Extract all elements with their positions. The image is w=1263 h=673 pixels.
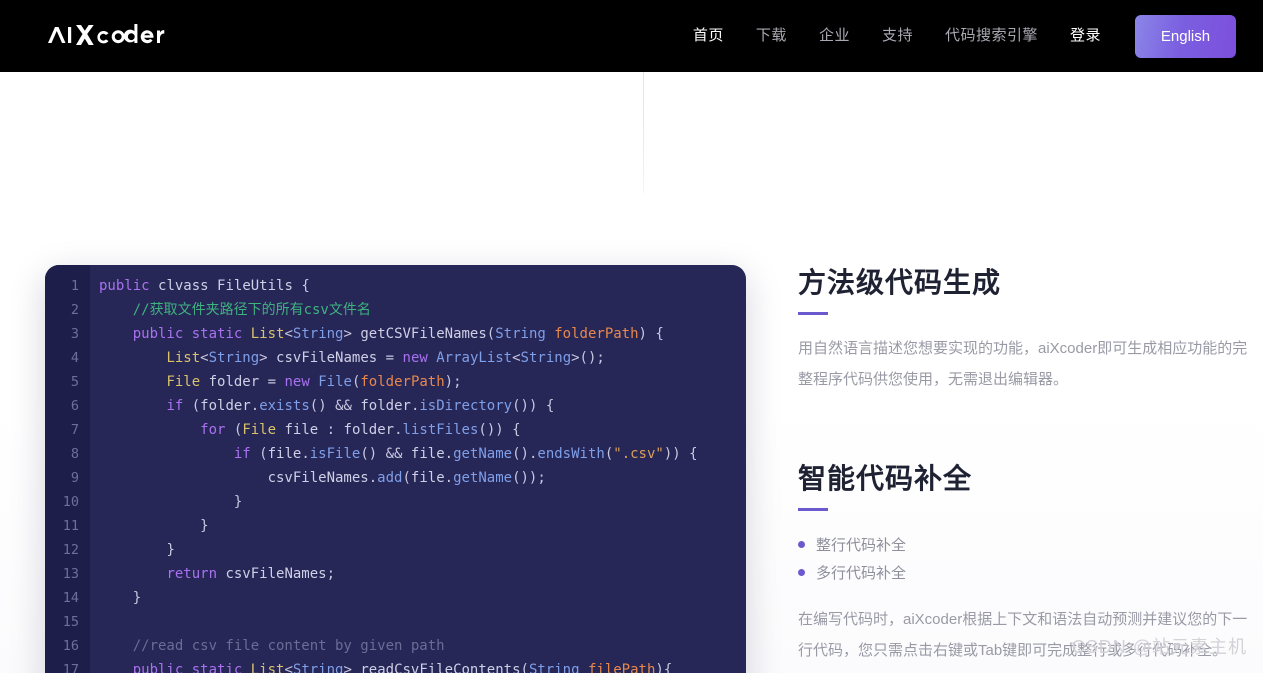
- code-line: List<String> csvFileNames = new ArrayLis…: [90, 346, 746, 370]
- line-number: 12: [45, 538, 90, 562]
- line-number: 9: [45, 466, 90, 490]
- line-number: 2: [45, 298, 90, 322]
- line-number: 13: [45, 562, 90, 586]
- nav-code-search[interactable]: 代码搜索引擎: [929, 0, 1054, 72]
- bullet-dot-icon: [798, 569, 805, 576]
- code-line: public clvass FileUtils {: [90, 274, 746, 298]
- nav-support[interactable]: 支持: [866, 0, 929, 72]
- feature-list: 方法级代码生成 用自然语言描述您想要实现的功能，aiXcoder即可生成相应功能…: [798, 265, 1248, 666]
- code-line: public static List<String> readCsvFileCo…: [90, 658, 746, 673]
- code-line: return csvFileNames;: [90, 562, 746, 586]
- line-number: 17: [45, 658, 90, 673]
- code-line: csvFileNames.add(file.getName());: [90, 466, 746, 490]
- nav-enterprise[interactable]: 企业: [803, 0, 866, 72]
- line-number: 1: [45, 274, 90, 298]
- code-line: }: [90, 490, 746, 514]
- list-item-label: 多行代码补全: [816, 562, 906, 583]
- code-line: public static List<String> getCSVFileNam…: [90, 322, 746, 346]
- code-content[interactable]: public clvass FileUtils { //获取文件夹路径下的所有c…: [90, 265, 746, 673]
- line-number: 15: [45, 610, 90, 634]
- line-number: 7: [45, 418, 90, 442]
- accent-underline: [798, 312, 828, 315]
- feature-title: 方法级代码生成: [798, 265, 1248, 300]
- aixcoder-logo[interactable]: [48, 19, 176, 53]
- hero-section: 1 2 3 4 5 6 7 8 9 10 11 12 13 14 15 16 1…: [0, 72, 1263, 673]
- vertical-divider: [643, 72, 644, 193]
- code-line: File folder = new File(folderPath);: [90, 370, 746, 394]
- code-line: //read csv file content by given path: [90, 634, 746, 658]
- line-number: 11: [45, 514, 90, 538]
- code-line: for (File file : folder.listFiles()) {: [90, 418, 746, 442]
- main-navigation: 首页 下载 企业 支持 代码搜索引擎 登录 English: [677, 0, 1243, 72]
- csdn-watermark: CSDN @站元素主机: [1072, 633, 1247, 659]
- list-item: 多行代码补全: [798, 558, 1248, 586]
- nav-login[interactable]: 登录: [1054, 0, 1117, 72]
- line-number-gutter: 1 2 3 4 5 6 7 8 9 10 11 12 13 14 15 16 1…: [45, 265, 90, 673]
- code-line: }: [90, 586, 746, 610]
- code-line: }: [90, 538, 746, 562]
- aixcoder-logo-icon: [48, 21, 176, 51]
- site-header: 首页 下载 企业 支持 代码搜索引擎 登录 English: [0, 0, 1263, 72]
- language-switch-button[interactable]: English: [1135, 15, 1236, 58]
- line-number: 8: [45, 442, 90, 466]
- line-number: 5: [45, 370, 90, 394]
- code-line: }: [90, 514, 746, 538]
- line-number: 16: [45, 634, 90, 658]
- feature-description: 用自然语言描述您想要实现的功能，aiXcoder即可生成相应功能的完整程序代码供…: [798, 333, 1248, 395]
- code-line: if (file.isFile() && file.getName().ends…: [90, 442, 746, 466]
- line-number: 6: [45, 394, 90, 418]
- nav-download[interactable]: 下载: [740, 0, 803, 72]
- nav-home[interactable]: 首页: [677, 0, 740, 72]
- code-editor-panel[interactable]: 1 2 3 4 5 6 7 8 9 10 11 12 13 14 15 16 1…: [45, 265, 746, 673]
- list-item-label: 整行代码补全: [816, 534, 906, 555]
- code-line: //获取文件夹路径下的所有csv文件名: [90, 298, 746, 322]
- code-line: if (folder.exists() && folder.isDirector…: [90, 394, 746, 418]
- feature-method-level-code-generation: 方法级代码生成 用自然语言描述您想要实现的功能，aiXcoder即可生成相应功能…: [798, 265, 1248, 395]
- line-number: 3: [45, 322, 90, 346]
- line-number: 10: [45, 490, 90, 514]
- line-number: 4: [45, 346, 90, 370]
- feature-bullet-list: 整行代码补全 多行代码补全: [798, 530, 1248, 586]
- accent-underline: [798, 508, 828, 511]
- bullet-dot-icon: [798, 541, 805, 548]
- feature-title: 智能代码补全: [798, 461, 1248, 496]
- list-item: 整行代码补全: [798, 530, 1248, 558]
- line-number: 14: [45, 586, 90, 610]
- code-line: [90, 610, 746, 634]
